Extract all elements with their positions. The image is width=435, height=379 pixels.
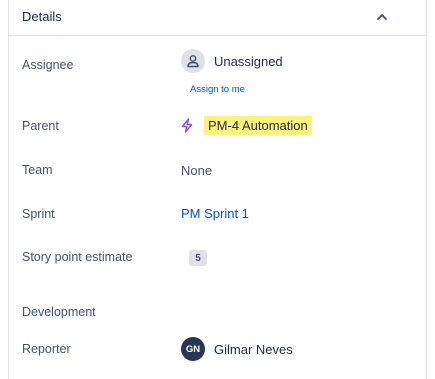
chevron-up-icon[interactable] [373, 8, 391, 26]
story-point-label: Story point estimate [22, 250, 133, 264]
parent-label: Parent [22, 119, 59, 133]
details-title: Details [22, 9, 62, 24]
details-header[interactable]: Details [9, 0, 426, 36]
sprint-link[interactable]: PM Sprint 1 [181, 206, 249, 221]
assignee-field[interactable]: Unassigned [181, 48, 283, 74]
reporter-label: Reporter [22, 342, 71, 356]
assign-to-me-link[interactable]: Assign to me [190, 84, 245, 95]
team-value[interactable]: None [181, 163, 212, 178]
reporter-field[interactable]: GN Gilmar Neves [181, 337, 293, 361]
lightning-bolt-icon [180, 117, 196, 133]
team-label: Team [22, 163, 53, 177]
parent-issue-link[interactable]: PM-4 Automation [204, 115, 312, 135]
assignee-value: Unassigned [214, 53, 283, 69]
reporter-name: Gilmar Neves [214, 341, 293, 357]
avatar: GN [181, 337, 205, 361]
story-point-badge[interactable]: 5 [189, 250, 207, 266]
development-label: Development [22, 305, 96, 319]
person-icon [181, 49, 205, 73]
details-panel: Details Assignee Unassigned Assign to me… [8, 0, 427, 379]
sprint-label: Sprint [22, 207, 55, 221]
assignee-label: Assignee [22, 58, 74, 72]
parent-field[interactable]: PM-4 Automation [180, 113, 312, 137]
